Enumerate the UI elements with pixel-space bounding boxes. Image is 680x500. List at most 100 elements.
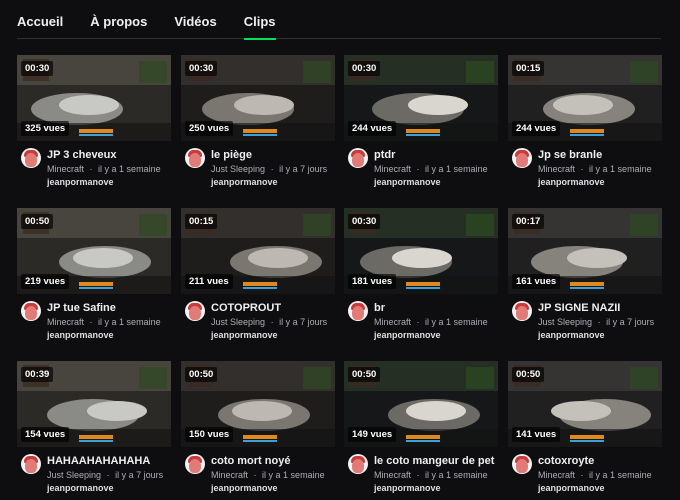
clip-title[interactable]: le piège (211, 149, 252, 161)
clip-title[interactable]: ptdr (374, 149, 395, 161)
clip-channel[interactable]: jeanpormanove (538, 330, 605, 340)
clip-thumbnail[interactable]: 00:50 141 vues (508, 361, 662, 447)
channel-avatar[interactable] (185, 301, 205, 321)
clip-thumbnail[interactable]: 00:50 150 vues (181, 361, 335, 447)
clip-category[interactable]: Minecraft (538, 164, 575, 174)
clip-age: il y a 1 semaine (589, 164, 652, 174)
clip-category[interactable]: Minecraft (538, 470, 575, 480)
clip-channel[interactable]: jeanpormanove (374, 177, 441, 187)
clip-thumbnail[interactable]: 00:50 219 vues (17, 208, 171, 294)
clip-thumbnail[interactable]: 00:17 161 vues (508, 208, 662, 294)
clip-thumbnail[interactable]: 00:15 211 vues (181, 208, 335, 294)
clip-category[interactable]: Minecraft (211, 470, 248, 480)
clip-meta: Minecraft · il y a 1 semaine (47, 317, 161, 327)
avatar-face (352, 153, 364, 167)
tab-clips[interactable]: Clips (243, 0, 276, 40)
clip-category[interactable]: Minecraft (47, 317, 84, 327)
clip-card[interactable]: 00:50 149 vues le coto mangeur de pet Mi… (344, 361, 498, 500)
clip-info: le piège Just Sleeping · il y a 7 jours … (181, 148, 335, 196)
avatar-face (516, 153, 528, 167)
clip-channel[interactable]: jeanpormanove (47, 330, 114, 340)
clip-category[interactable]: Just Sleeping (47, 470, 101, 480)
clip-card[interactable]: 00:30 181 vues br Minecraft · il y a 1 s… (344, 208, 498, 349)
meta-separator: · (580, 470, 584, 480)
meta-separator: · (106, 470, 110, 480)
clip-channel[interactable]: jeanpormanove (211, 177, 278, 187)
clip-thumbnail[interactable]: 00:30 181 vues (344, 208, 498, 294)
clip-card[interactable]: 00:15 244 vues Jp se branle Minecraft · … (508, 55, 662, 196)
clip-title[interactable]: coto mort noyé (211, 455, 290, 467)
clip-channel[interactable]: jeanpormanove (211, 483, 278, 493)
clip-category[interactable]: Minecraft (374, 164, 411, 174)
clip-category[interactable]: Minecraft (47, 164, 84, 174)
clip-category[interactable]: Just Sleeping (538, 317, 592, 327)
clip-thumbnail[interactable]: 00:50 149 vues (344, 361, 498, 447)
channel-avatar[interactable] (348, 454, 368, 474)
clip-age: il y a 1 semaine (98, 317, 161, 327)
channel-avatar[interactable] (21, 148, 41, 168)
clip-channel[interactable]: jeanpormanove (47, 483, 114, 493)
clip-card[interactable]: 00:15 211 vues COTOPROUT Just Sleeping ·… (181, 208, 335, 349)
clip-meta: Minecraft · il y a 1 semaine (374, 317, 488, 327)
clip-channel[interactable]: jeanpormanove (211, 330, 278, 340)
clip-card[interactable]: 00:30 250 vues le piège Just Sleeping · … (181, 55, 335, 196)
clip-title[interactable]: JP tue Safine (47, 302, 116, 314)
tab-a-propos[interactable]: À propos (90, 0, 147, 39)
channel-avatar[interactable] (512, 454, 532, 474)
clip-meta: Minecraft · il y a 1 semaine (211, 470, 325, 480)
clip-title[interactable]: br (374, 302, 385, 314)
clip-card[interactable]: 00:50 219 vues JP tue Safine Minecraft ·… (17, 208, 171, 349)
clip-channel[interactable]: jeanpormanove (47, 177, 114, 187)
avatar-face (25, 153, 37, 167)
clip-meta: Minecraft · il y a 1 semaine (374, 470, 488, 480)
clip-view-count: 250 vues (185, 121, 234, 136)
clip-title[interactable]: HAHAAHAHAHAHA (47, 455, 150, 467)
clip-category[interactable]: Minecraft (374, 470, 411, 480)
channel-avatar[interactable] (348, 148, 368, 168)
channel-avatar[interactable] (512, 301, 532, 321)
clip-category[interactable]: Just Sleeping (211, 317, 265, 327)
clip-title[interactable]: JP 3 cheveux (47, 149, 117, 161)
clip-thumbnail[interactable]: 00:15 244 vues (508, 55, 662, 141)
tab-videos[interactable]: Vidéos (174, 0, 216, 39)
channel-avatar[interactable] (21, 454, 41, 474)
clip-title[interactable]: cotoxroyte (538, 455, 594, 467)
clip-thumbnail[interactable]: 00:30 244 vues (344, 55, 498, 141)
clip-card[interactable]: 00:17 161 vues JP SIGNE NAZII Just Sleep… (508, 208, 662, 349)
clip-age: il y a 1 semaine (425, 317, 488, 327)
clip-channel[interactable]: jeanpormanove (538, 483, 605, 493)
clip-info: br Minecraft · il y a 1 semaine jeanporm… (344, 301, 498, 349)
clip-category[interactable]: Minecraft (374, 317, 411, 327)
clip-duration: 00:30 (21, 61, 54, 76)
clip-title[interactable]: Jp se branle (538, 149, 602, 161)
clip-thumbnail[interactable]: 00:30 325 vues (17, 55, 171, 141)
channel-avatar[interactable] (185, 148, 205, 168)
clip-info: ptdr Minecraft · il y a 1 semaine jeanpo… (344, 148, 498, 196)
channel-tabs: Accueil À propos Vidéos Clips (17, 0, 661, 40)
clip-channel[interactable]: jeanpormanove (538, 177, 605, 187)
clip-card[interactable]: 00:39 154 vues HAHAAHAHAHAHA Just Sleepi… (17, 361, 171, 500)
clip-channel[interactable]: jeanpormanove (374, 330, 441, 340)
avatar-face (25, 306, 37, 320)
tab-accueil[interactable]: Accueil (17, 0, 63, 39)
clip-card[interactable]: 00:30 325 vues JP 3 cheveux Minecraft · … (17, 55, 171, 196)
clip-channel[interactable]: jeanpormanove (374, 483, 441, 493)
channel-avatar[interactable] (21, 301, 41, 321)
clip-view-count: 150 vues (185, 427, 234, 442)
channel-avatar[interactable] (512, 148, 532, 168)
clip-title[interactable]: COTOPROUT (211, 302, 281, 314)
channel-avatar[interactable] (185, 454, 205, 474)
channel-avatar[interactable] (348, 301, 368, 321)
clip-age: il y a 1 semaine (262, 470, 325, 480)
avatar-face (25, 459, 37, 473)
clip-category[interactable]: Just Sleeping (211, 164, 265, 174)
clip-view-count: 161 vues (512, 274, 561, 289)
clip-card[interactable]: 00:30 244 vues ptdr Minecraft · il y a 1… (344, 55, 498, 196)
clip-card[interactable]: 00:50 150 vues coto mort noyé Minecraft … (181, 361, 335, 500)
clip-thumbnail[interactable]: 00:30 250 vues (181, 55, 335, 141)
clip-thumbnail[interactable]: 00:39 154 vues (17, 361, 171, 447)
clip-card[interactable]: 00:50 141 vues cotoxroyte Minecraft · il… (508, 361, 662, 500)
clip-title[interactable]: JP SIGNE NAZII (538, 302, 620, 314)
clip-title[interactable]: le coto mangeur de pet (374, 455, 494, 467)
clip-view-count: 181 vues (348, 274, 397, 289)
